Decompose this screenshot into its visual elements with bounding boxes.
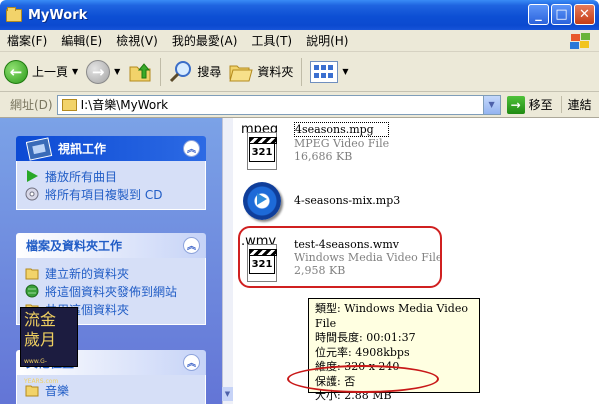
- go-arrow-icon: →: [506, 95, 525, 114]
- address-bar: 網址(D) I:\音樂\MyWork ▼ → 移至 連結: [0, 92, 599, 118]
- media-tasks-panel: 視訊工作 ︽ 播放所有曲目 將所有項目複製到 CD: [16, 136, 206, 210]
- clapperboard-icon: 321: [249, 137, 277, 162]
- file-meta: 4seasons.mpg MPEG Video File 16,686 KB: [294, 122, 390, 166]
- file-type: MPEG Video File: [294, 137, 390, 150]
- film-strip-icon: [26, 136, 53, 161]
- task-publish-web[interactable]: 將這個資料夾發佈到網站: [25, 282, 197, 300]
- globe-icon: [25, 284, 39, 298]
- toolbar: ← 上一頁 ▼ → ▼ 搜尋 資料夾 ▼: [0, 52, 599, 92]
- task-new-folder[interactable]: 建立新的資料夾: [25, 264, 197, 282]
- maximize-button[interactable]: □: [551, 4, 572, 25]
- media-player-file-icon: [241, 180, 281, 224]
- search-button[interactable]: 搜尋: [165, 56, 225, 88]
- address-path: I:\音樂\MyWork: [80, 98, 169, 112]
- file-meta: 4-seasons-mix.mp3: [294, 180, 400, 224]
- go-button[interactable]: → 移至: [506, 95, 553, 114]
- window-controls: _ □ ✕: [528, 4, 595, 25]
- menu-help[interactable]: 說明(H): [299, 32, 355, 49]
- file-item-mp3[interactable]: 4-seasons-mix.mp3: [241, 180, 400, 224]
- highlight-annotation-oval: [287, 365, 439, 393]
- task-play-all[interactable]: 播放所有曲目: [25, 167, 197, 185]
- toolbar-separator: [301, 57, 303, 86]
- address-label: 網址(D): [10, 98, 53, 112]
- menu-favorites[interactable]: 我的最愛(A): [165, 32, 245, 49]
- media-tasks-body: 播放所有曲目 將所有項目複製到 CD: [16, 161, 206, 210]
- task-label: 播放所有曲目: [45, 169, 118, 184]
- back-button[interactable]: ← 上一頁 ▼: [0, 56, 82, 88]
- address-input[interactable]: I:\音樂\MyWork ▼: [56, 94, 501, 115]
- minimize-button[interactable]: _: [528, 4, 549, 25]
- logo-line2: 歲月: [24, 330, 57, 349]
- file-tasks-header[interactable]: 檔案及資料夾工作 ︽: [16, 233, 206, 258]
- file-size: 16,686 KB: [294, 150, 353, 163]
- collapse-icon[interactable]: ︽: [183, 237, 200, 254]
- highlight-annotation-box: [238, 226, 442, 288]
- title-bar[interactable]: MyWork _ □ ✕: [0, 0, 599, 30]
- windows-logo-icon: [569, 32, 591, 50]
- menu-bar: 檔案(F) 編輯(E) 檢視(V) 我的最愛(A) 工具(T) 說明(H): [0, 30, 599, 52]
- toolbar-separator: [160, 57, 162, 86]
- play-icon: [257, 193, 267, 205]
- collapse-icon[interactable]: ︽: [183, 354, 200, 371]
- links-label[interactable]: 連結: [560, 96, 592, 113]
- task-pane-scrollbar[interactable]: [222, 118, 233, 404]
- address-dropdown-icon[interactable]: ▼: [482, 95, 500, 114]
- folder-icon: [6, 6, 22, 22]
- file-tasks-title: 檔案及資料夾工作: [26, 239, 123, 253]
- views-icon: [310, 60, 339, 83]
- folder-icon: [61, 98, 77, 111]
- views-dropdown-icon: ▼: [342, 67, 349, 76]
- folders-button[interactable]: 資料夾: [225, 56, 297, 88]
- media-tasks-header[interactable]: 視訊工作 ︽: [16, 136, 206, 161]
- folders-label: 資料夾: [257, 65, 294, 79]
- logo-url: www.G-YEARS.com: [24, 358, 59, 385]
- go-label: 移至: [528, 98, 553, 112]
- collapse-icon[interactable]: ︽: [183, 140, 200, 157]
- tooltip-type: 類型: Windows Media Video File: [315, 302, 468, 330]
- back-dropdown-icon[interactable]: ▼: [72, 67, 78, 76]
- search-label: 搜尋: [197, 65, 222, 79]
- cd-icon: [25, 187, 39, 201]
- menu-tools[interactable]: 工具(T): [244, 32, 299, 49]
- file-name: 4seasons.mpg: [294, 122, 390, 137]
- mpeg-file-icon: mpeg 321: [241, 122, 281, 170]
- menu-edit[interactable]: 編輯(E): [54, 32, 109, 49]
- watermark-logo: 流金 歲月 www.G-YEARS.com: [20, 307, 78, 385]
- up-folder-button[interactable]: [124, 56, 156, 88]
- views-button[interactable]: ▼: [306, 56, 352, 88]
- forward-button[interactable]: → ▼: [82, 56, 124, 88]
- media-tasks-title: 視訊工作: [58, 142, 107, 156]
- window-title: MyWork: [28, 7, 88, 23]
- menu-view[interactable]: 檢視(V): [109, 32, 165, 49]
- file-name: 4-seasons-mix.mp3: [294, 194, 401, 207]
- scroll-down-icon[interactable]: ▼: [222, 387, 233, 401]
- menu-file[interactable]: 檔案(F): [0, 32, 54, 49]
- file-item-mpg[interactable]: mpeg 321 4seasons.mpg MPEG Video File 16…: [241, 122, 390, 170]
- forward-arrow-icon: →: [86, 59, 111, 84]
- back-arrow-icon: ←: [4, 59, 28, 84]
- up-folder-icon: [129, 62, 151, 81]
- tooltip-duration: 時間長度: 00:01:37: [315, 331, 416, 344]
- search-icon: [170, 60, 192, 82]
- forward-dropdown-icon[interactable]: ▼: [114, 67, 120, 76]
- new-folder-icon: [25, 268, 39, 280]
- back-label: 上一頁: [32, 65, 69, 79]
- logo-line1: 流金: [24, 310, 57, 329]
- task-copy-to-cd[interactable]: 將所有項目複製到 CD: [25, 185, 197, 203]
- close-button[interactable]: ✕: [574, 4, 595, 25]
- play-icon: [27, 170, 38, 182]
- folders-icon: [229, 65, 253, 81]
- task-label: 建立新的資料夾: [45, 266, 130, 281]
- task-label: 將所有項目複製到 CD: [45, 187, 163, 202]
- task-label: 將這個資料夾發佈到網站: [45, 284, 178, 299]
- tooltip-bitrate: 位元率: 4908kbps: [315, 345, 410, 359]
